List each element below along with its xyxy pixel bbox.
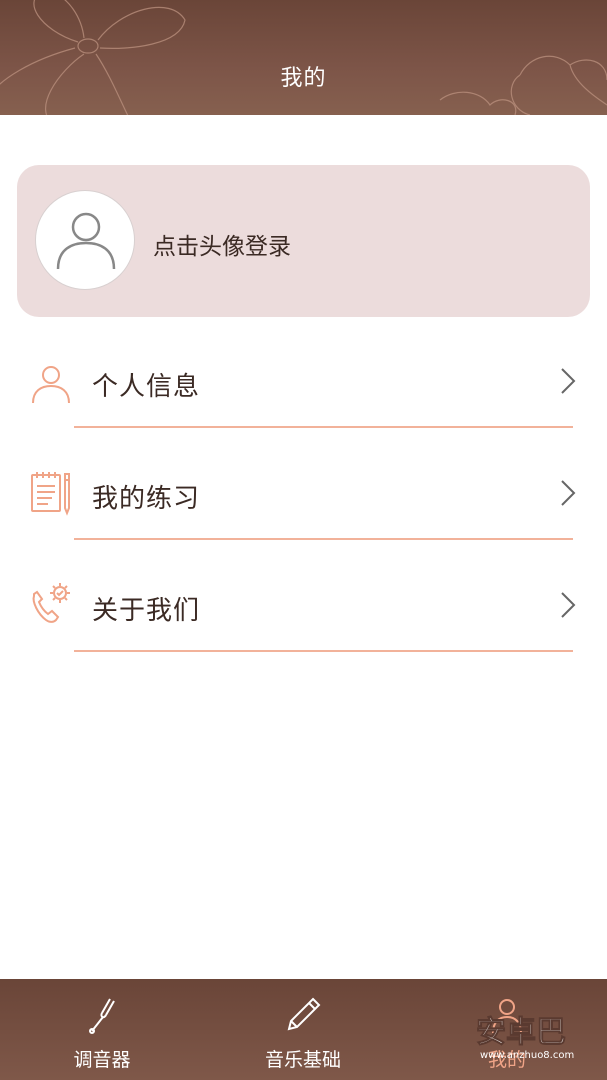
login-prompt[interactable]: 点击头像登录 [153, 227, 291, 261]
tab-label: 调音器 [73, 1049, 131, 1071]
menu-item-label: 个人信息 [92, 372, 201, 402]
tab-mine[interactable]: 我的 [427, 979, 587, 1080]
profile-card[interactable]: 点击头像登录 [17, 165, 590, 317]
tab-label: 我的 [487, 1049, 526, 1071]
menu-item-my-practice[interactable]: 我的练习 [0, 438, 607, 550]
divider [74, 650, 573, 652]
divider [74, 426, 573, 428]
menu-item-about-us[interactable]: 关于我们 [0, 550, 607, 662]
menu-item-personal-info[interactable]: 个人信息 [0, 326, 607, 438]
divider [74, 538, 573, 540]
avatar[interactable] [35, 190, 135, 290]
tuning-fork-icon [89, 998, 115, 1034]
person-icon [492, 999, 522, 1034]
chevron-right-icon [561, 592, 576, 618]
notepad-icon [31, 472, 70, 516]
tab-tuner[interactable]: 调音器 [22, 979, 182, 1080]
chevron-right-icon [561, 480, 576, 506]
chevron-right-icon [561, 368, 576, 394]
tab-music-basics[interactable]: 音乐基础 [223, 979, 383, 1080]
flower-pattern-decoration [0, 0, 607, 115]
menu-item-label: 关于我们 [92, 596, 201, 626]
header-bar: 我的 [0, 0, 607, 115]
bottom-tab-bar: 调音器 音乐基础 我的 [0, 979, 607, 1080]
person-icon [32, 366, 70, 404]
page-title: 我的 [280, 66, 327, 91]
menu-item-label: 我的练习 [92, 484, 201, 514]
default-avatar-icon [56, 212, 116, 270]
tab-label: 音乐基础 [264, 1049, 341, 1071]
pencil-icon [287, 997, 321, 1031]
phone-gear-icon [32, 583, 70, 623]
